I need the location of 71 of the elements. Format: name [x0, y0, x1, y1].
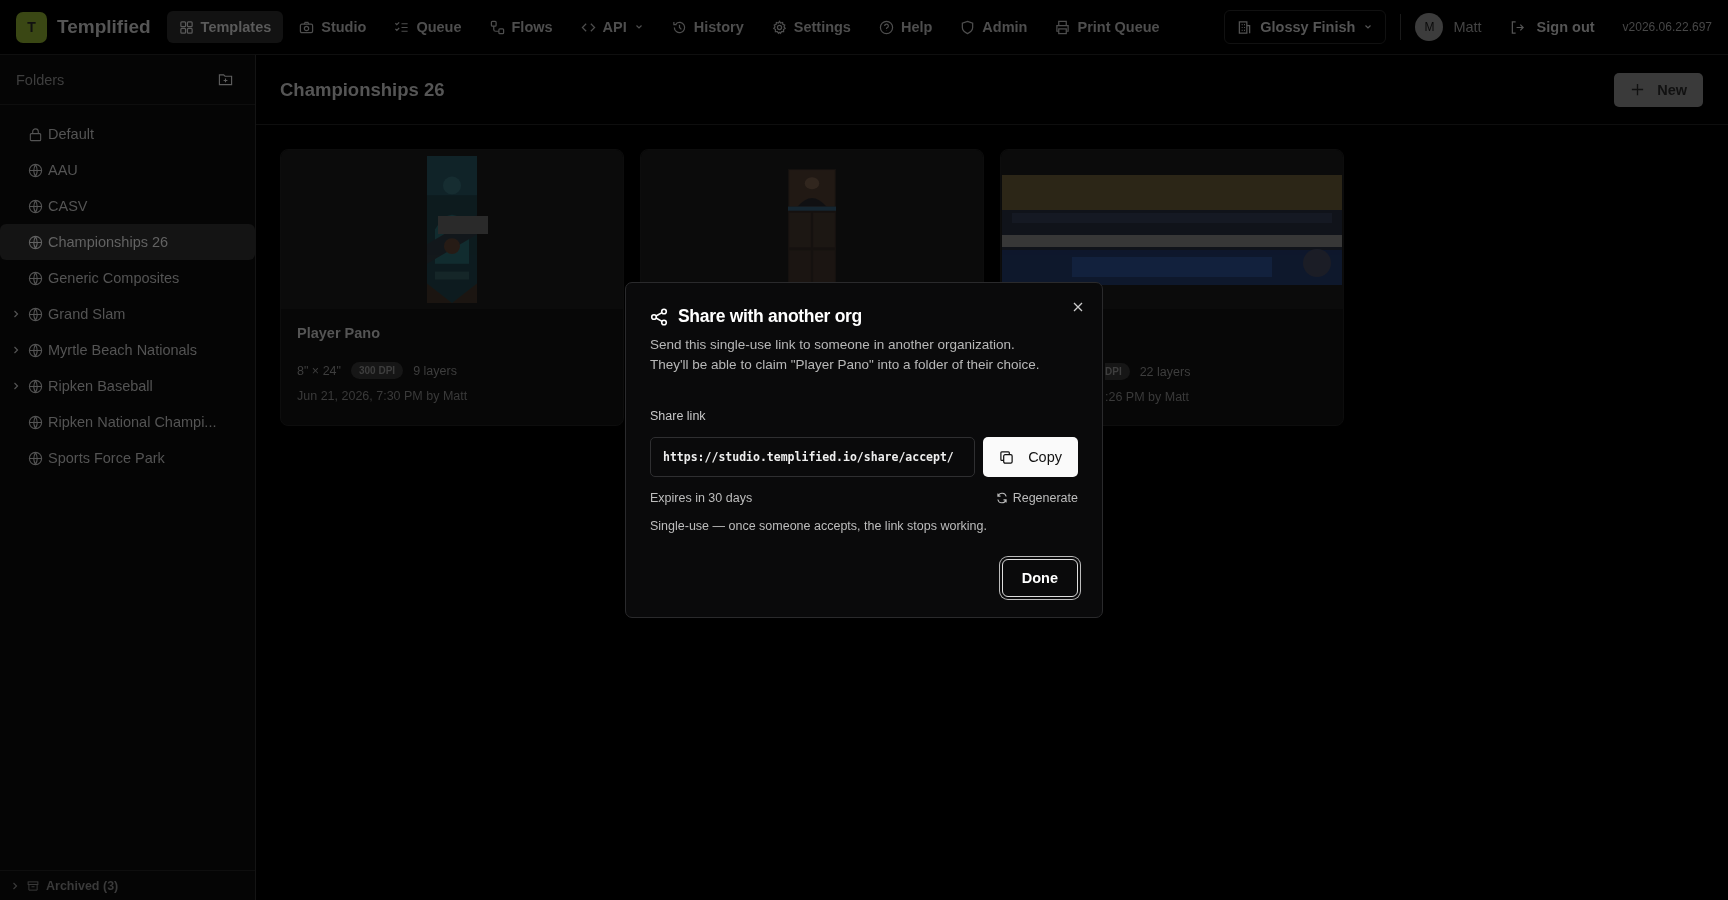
new-folder-icon[interactable] — [218, 72, 233, 87]
globe-icon — [28, 198, 43, 214]
chevron-right-icon — [10, 880, 20, 891]
dialog-note: Single-use — once someone accepts, the link stops working. — [650, 519, 988, 533]
folder-item[interactable]: Grand Slam — [0, 296, 255, 332]
plus-icon — [1630, 82, 1646, 97]
nav-tab[interactable]: Queue — [382, 11, 474, 43]
lock-icon — [28, 126, 43, 142]
chevron-right-icon[interactable] — [11, 381, 21, 391]
nav-tab[interactable]: Templates — [166, 11, 284, 43]
page-title: Championships 26 — [280, 78, 445, 101]
dialog-title: Share with another org — [678, 306, 862, 327]
globe-icon — [28, 162, 43, 178]
card-title: Player Pano — [297, 325, 381, 341]
done-button[interactable]: Done — [1001, 559, 1078, 597]
globe-icon — [28, 234, 43, 250]
building-icon — [1237, 19, 1253, 35]
nav-tab[interactable]: Help — [866, 11, 945, 43]
globe-icon — [28, 450, 43, 466]
dialog-description: They'll be able to claim "Player Pano" into a folder of their choice. — [650, 356, 1041, 374]
nav-tab[interactable]: Settings — [759, 11, 863, 43]
shield-icon — [960, 19, 976, 35]
sidebar-title: Folders — [16, 71, 65, 88]
expiry-text: Expires in 30 days — [650, 491, 753, 505]
image-placeholder — [438, 216, 488, 234]
close-icon[interactable] — [1072, 301, 1084, 313]
field-label: Share link — [650, 409, 707, 423]
folder-item[interactable]: Generic Composites — [0, 260, 255, 296]
folder-item[interactable]: AAU — [0, 152, 255, 188]
globe-icon — [28, 306, 43, 322]
nav-tab[interactable]: Print Queue — [1043, 11, 1172, 43]
share-icon — [650, 307, 668, 326]
globe-icon — [28, 342, 43, 358]
copy-button[interactable]: Copy — [983, 437, 1078, 477]
copy-icon — [999, 449, 1015, 465]
help-icon — [878, 19, 894, 35]
camera-icon — [299, 19, 315, 35]
app-name: Templified — [57, 16, 151, 38]
globe-icon — [28, 270, 43, 286]
folder-item[interactable]: Sports Force Park — [0, 440, 255, 476]
user-name: Matt — [1453, 19, 1482, 35]
folder-item[interactable]: Ripken National Champi... — [0, 404, 255, 440]
nav-tab[interactable]: Studio — [287, 11, 379, 43]
folder-item[interactable]: Myrtle Beach Nationals — [0, 332, 255, 368]
version-label: v2026.06.22.697 — [1622, 20, 1712, 34]
archive-icon — [27, 879, 39, 892]
chevron-right-icon[interactable] — [11, 345, 21, 355]
history-icon — [671, 19, 687, 35]
nav-tab[interactable]: History — [659, 11, 756, 43]
regenerate-button[interactable]: Regenerate — [995, 491, 1078, 505]
sign-out-button[interactable]: Sign out — [1503, 18, 1601, 36]
share-link-field[interactable]: https://studio.templified.io/share/accept/ — [650, 437, 976, 477]
gear-icon — [771, 19, 787, 35]
logout-icon — [1509, 19, 1525, 35]
globe-icon — [28, 414, 43, 430]
chevron-right-icon[interactable] — [11, 309, 21, 319]
checklist-icon — [394, 19, 410, 35]
org-switcher[interactable]: Glossy Finish — [1224, 10, 1387, 44]
nodes-icon — [489, 19, 505, 35]
dialog-description: Send this single-use link to someone in another organization. — [650, 336, 1016, 354]
nav-tab[interactable]: Admin — [948, 11, 1040, 43]
folder-item[interactable]: Default — [0, 116, 255, 152]
grid-icon — [178, 19, 194, 35]
printer-icon — [1055, 19, 1071, 35]
folder-item[interactable]: Championships 26 — [0, 224, 255, 260]
folder-item[interactable]: CASV — [0, 188, 255, 224]
nav-tab[interactable]: API — [568, 11, 656, 43]
nav-tab[interactable]: Flows — [477, 11, 565, 43]
refresh-icon — [995, 492, 1008, 504]
globe-icon — [28, 378, 43, 394]
folder-item[interactable]: Ripken Baseball — [0, 368, 255, 404]
